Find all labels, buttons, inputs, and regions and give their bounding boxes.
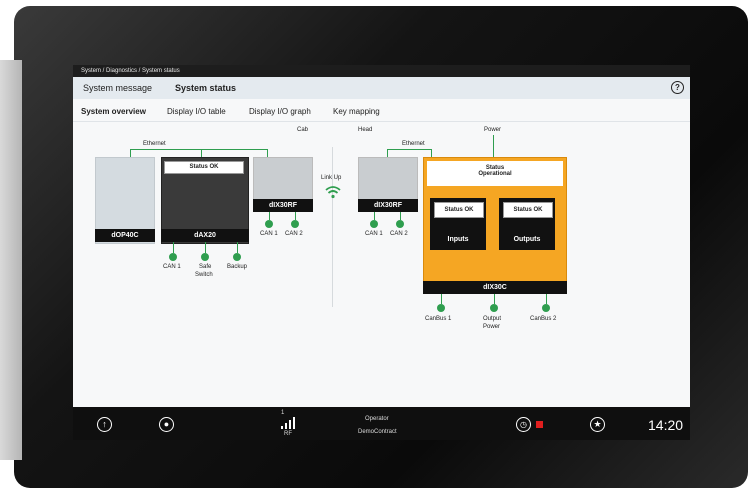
help-icon[interactable]: ? [671, 81, 684, 94]
rf-right-can1-port[interactable] [370, 220, 378, 228]
canbus1-label: CanBus 1 [425, 316, 452, 322]
dix30rf-right-label: dIX30RF [358, 199, 418, 212]
tab-display-io-graph[interactable]: Display I/O graph [249, 107, 311, 116]
link-up-label: Link Up [321, 175, 342, 181]
ethernet-right-label: Ethernet [402, 141, 425, 147]
cab-label: Cab [297, 127, 309, 133]
ethernet-line [387, 149, 388, 157]
power-label: Power [484, 127, 502, 133]
inputs-label: Inputs [447, 236, 469, 243]
port-line [295, 212, 296, 220]
signal-icon [281, 417, 295, 429]
port-line [374, 212, 375, 220]
taskbar: ↑ ● 1 RF Operator DemoContract ◷ ★ 14:20 [73, 407, 690, 440]
can1-port[interactable] [169, 253, 177, 261]
breadcrumb: System / Diagnostics / System status [73, 65, 690, 77]
port-line [494, 294, 495, 304]
backup-port[interactable] [233, 253, 241, 261]
dax20-status: Status OK [164, 161, 244, 174]
safe-label: Safe [199, 264, 212, 270]
ethernet-line [267, 149, 268, 157]
ethernet-line [130, 149, 267, 150]
canbus1-port[interactable] [437, 304, 445, 312]
can1-label: CAN 1 [163, 264, 181, 270]
home-up-icon[interactable]: ↑ [97, 417, 112, 432]
star-icon[interactable]: ★ [590, 417, 605, 432]
ethernet-line [130, 149, 131, 157]
port-line [205, 242, 206, 253]
output-label: Output [483, 316, 502, 322]
dix30c-label: dIX30C [423, 281, 567, 294]
tab-key-mapping[interactable]: Key mapping [333, 107, 380, 116]
head-label: Head [358, 127, 373, 133]
rf-right-can1-label: CAN 1 [365, 231, 383, 237]
divider [73, 121, 690, 122]
ethernet-line [431, 149, 432, 157]
rf-left-can1-label: CAN 1 [260, 231, 278, 237]
dax20-label: dAX20 [161, 229, 249, 242]
rf-right-can2-port[interactable] [396, 220, 404, 228]
subtabs: System overview Display I/O table Displa… [73, 99, 690, 121]
outputs-label: Outputs [513, 236, 541, 243]
contract-label: DemoContract [358, 429, 397, 435]
dix30c-operational-label: Operational [478, 171, 512, 177]
ethernet-line [387, 149, 431, 150]
section-divider [332, 147, 333, 307]
port-line [441, 294, 442, 304]
rf-label: RF [284, 431, 292, 437]
dix30c-status-panel: Status Operational [427, 161, 563, 186]
tab-display-io-table[interactable]: Display I/O table [167, 107, 226, 116]
port-line [237, 242, 238, 253]
wifi-icon [325, 186, 341, 199]
screen: System / Diagnostics / System status Sys… [73, 65, 690, 440]
tab-system-overview[interactable]: System overview [81, 107, 146, 116]
port-line [173, 242, 174, 253]
header-bar: System message System status ? [73, 77, 690, 99]
ethernet-line [201, 149, 202, 157]
outputs-status: Status OK [503, 202, 553, 218]
inputs-status: Status OK [434, 202, 484, 218]
rf-left-can1-port[interactable] [265, 220, 273, 228]
signal-number: 1 [281, 410, 285, 416]
rf-left-can2-port[interactable] [291, 220, 299, 228]
power-line [493, 135, 494, 157]
switch-label: Switch [195, 272, 213, 278]
power-port-label: Power [483, 324, 501, 330]
rf-left-can2-label: CAN 2 [285, 231, 303, 237]
canbus2-label: CanBus 2 [530, 316, 557, 322]
output-power-port[interactable] [490, 304, 498, 312]
dix30rf-right-device[interactable] [358, 157, 418, 201]
dix30rf-left-label: dIX30RF [253, 199, 313, 212]
system-status-tab[interactable]: System status [175, 83, 236, 93]
clock-time: 14:20 [648, 417, 684, 433]
dop40c-label: dOP40C [95, 229, 155, 242]
canbus2-port[interactable] [542, 304, 550, 312]
system-message-tab[interactable]: System message [83, 83, 152, 93]
device-edge [0, 60, 22, 460]
safe-switch-port[interactable] [201, 253, 209, 261]
ethernet-left-label: Ethernet [143, 141, 166, 147]
rf-right-can2-label: CAN 2 [390, 231, 408, 237]
port-line [400, 212, 401, 220]
port-line [546, 294, 547, 304]
port-line [269, 212, 270, 220]
dix30rf-left-device[interactable] [253, 157, 313, 201]
backup-label: Backup [227, 264, 248, 270]
operator-label: Operator [365, 416, 389, 422]
bell-icon[interactable]: ● [159, 417, 174, 432]
record-indicator-icon [536, 421, 543, 428]
clock-icon[interactable]: ◷ [516, 417, 531, 432]
